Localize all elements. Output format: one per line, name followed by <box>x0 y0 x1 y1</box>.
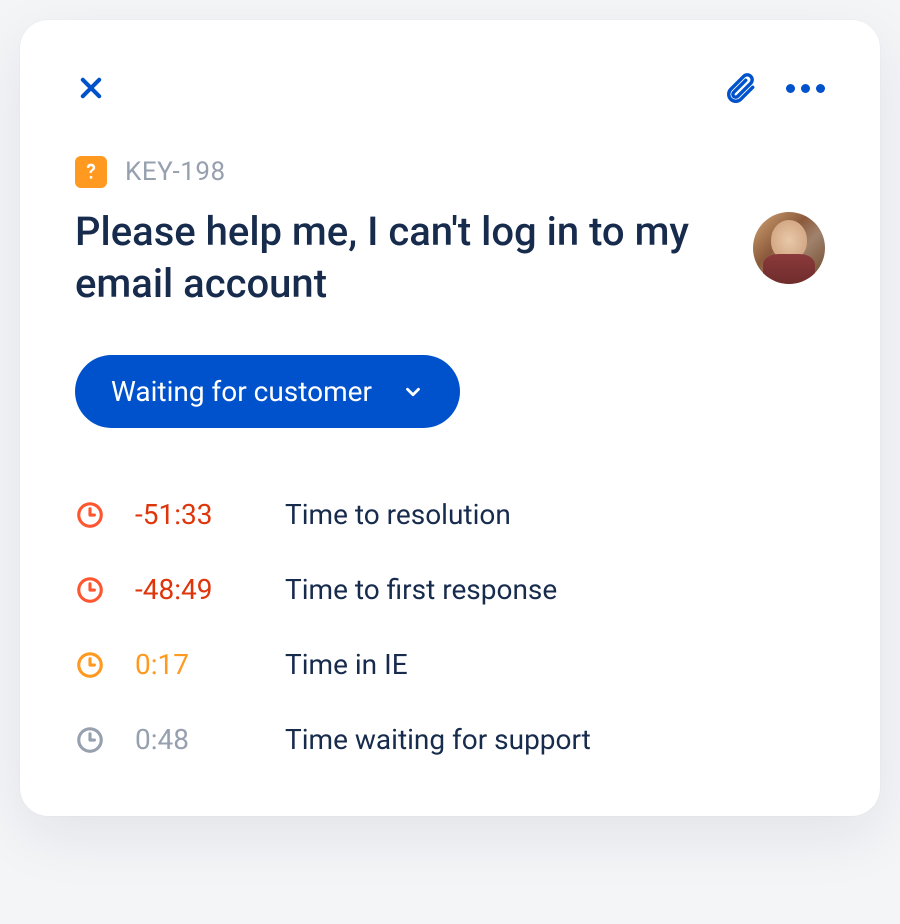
clock-icon <box>75 650 105 680</box>
status-dropdown[interactable]: Waiting for customer <box>75 355 460 428</box>
issue-type-icon <box>75 156 107 188</box>
clock-icon <box>75 575 105 605</box>
sla-row-waiting-support: 0:48 Time waiting for support <box>75 723 825 756</box>
issue-key[interactable]: KEY-198 <box>125 157 226 187</box>
title-row: Please help me, I can't log in to my ema… <box>75 206 825 310</box>
top-bar <box>75 70 825 106</box>
top-actions <box>722 70 825 106</box>
sla-label: Time waiting for support <box>285 723 591 756</box>
issue-title: Please help me, I can't log in to my ema… <box>75 206 723 310</box>
sla-list: -51:33 Time to resolution -48:49 Time to… <box>75 498 825 756</box>
chevron-down-icon <box>402 381 424 403</box>
sla-time: -48:49 <box>135 573 265 606</box>
close-icon[interactable] <box>75 72 107 104</box>
sla-label: Time to resolution <box>285 498 511 531</box>
sla-row-resolution: -51:33 Time to resolution <box>75 498 825 531</box>
sla-time: 0:48 <box>135 723 265 756</box>
issue-key-row: KEY-198 <box>75 156 825 188</box>
clock-icon <box>75 500 105 530</box>
sla-time: 0:17 <box>135 648 265 681</box>
status-label: Waiting for customer <box>111 375 372 408</box>
sla-row-ie: 0:17 Time in IE <box>75 648 825 681</box>
sla-time: -51:33 <box>135 498 265 531</box>
sla-label: Time in IE <box>285 648 408 681</box>
clock-icon <box>75 725 105 755</box>
sla-row-first-response: -48:49 Time to first response <box>75 573 825 606</box>
reporter-avatar[interactable] <box>753 212 825 284</box>
more-icon[interactable] <box>786 84 825 93</box>
sla-label: Time to first response <box>285 573 557 606</box>
attachment-icon[interactable] <box>722 70 758 106</box>
issue-card: KEY-198 Please help me, I can't log in t… <box>20 20 880 816</box>
